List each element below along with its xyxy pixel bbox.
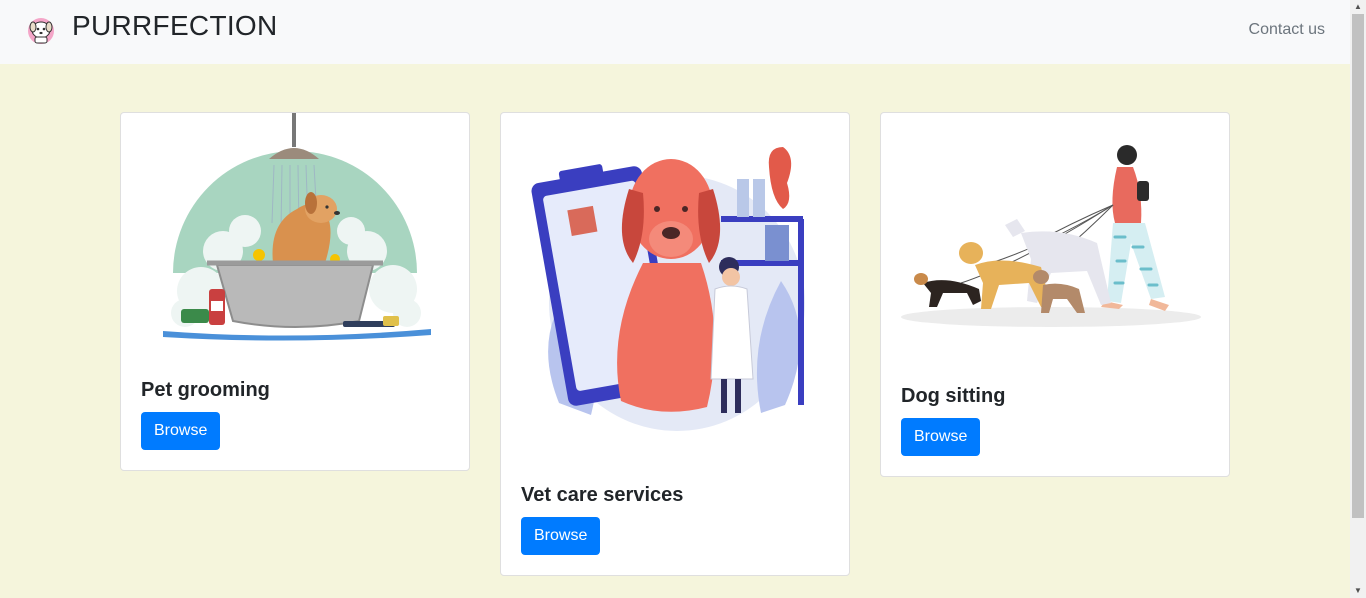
vet-dog-illustration-icon	[531, 147, 805, 431]
browse-button-vet-care[interactable]: Browse	[521, 517, 601, 555]
card-title: Vet care services	[521, 484, 684, 506]
scroll-down-icon[interactable]: ▼	[1350, 584, 1366, 598]
brand-name[interactable]: PURRFECTION	[72, 9, 278, 43]
contact-us-link[interactable]: Contact us	[1249, 20, 1325, 40]
card-vet-care-services: Vet care services Browse	[500, 112, 850, 576]
dog-bath-illustration-icon	[163, 113, 431, 341]
card-dog-sitting: Dog sitting Browse	[880, 112, 1230, 477]
dog-logo-icon[interactable]	[25, 15, 57, 47]
scroll-up-icon[interactable]: ▲	[1350, 0, 1366, 14]
scrollbar-thumb[interactable]	[1352, 14, 1364, 518]
browse-button-pet-grooming[interactable]: Browse	[141, 412, 221, 450]
vertical-scrollbar[interactable]: ▲ ▼	[1350, 0, 1366, 598]
card-pet-grooming: Pet grooming Browse	[120, 112, 470, 471]
navbar: PURRFECTION Contact us	[0, 0, 1350, 64]
card-title: Dog sitting	[901, 385, 1006, 407]
card-title: Pet grooming	[141, 379, 270, 401]
dog-walker-illustration-icon	[901, 145, 1201, 327]
browse-button-dog-sitting[interactable]: Browse	[901, 418, 981, 456]
